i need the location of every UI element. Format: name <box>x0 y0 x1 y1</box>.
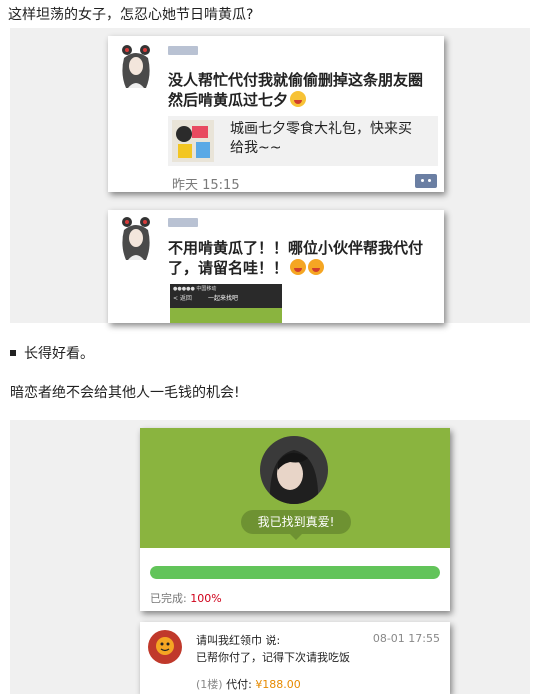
share-title: 城画七夕零食大礼包，快来买 给我~~ <box>230 120 412 158</box>
pay-label: 代付: <box>226 678 252 691</box>
bullet-text: 长得好看。 <box>24 346 94 362</box>
blurred-username <box>168 46 198 55</box>
blurred-username <box>168 218 198 227</box>
embedded-phone-screenshot: ●●●●● 中国移动 < 返回 一起来找吧 <box>170 284 282 323</box>
user-avatar <box>116 216 156 262</box>
mini-status-bar: ●●●●● 中国移动 <box>173 286 217 292</box>
moments-post-card-2: 不用啃黄瓜了！！哪位小伙伴帮我代付 了，请留名哇！！ ●●●●● 中国移动 < … <box>108 210 444 323</box>
post-text: 没人帮忙代付我就偷偷删掉这条朋友圈 然后啃黄瓜过七夕 <box>168 70 423 110</box>
share-title-line1: 城画七夕零食大礼包，快来买 <box>230 121 412 137</box>
share-thumbnail <box>172 120 214 162</box>
post-text-line2: 了，请留名哇！！ <box>168 258 423 278</box>
green-header: 我已找到真爱! <box>140 428 450 548</box>
red-scarf-avatar-icon <box>148 630 182 664</box>
post-timestamp: 昨天 15:15 <box>172 178 240 193</box>
laughing-emoji-icon <box>290 91 307 107</box>
completed-label: 已完成: <box>150 592 187 605</box>
article-heading: 这样坦荡的女子，怎忍心她节日啃黄瓜? <box>8 7 254 23</box>
payment-status-card: 我已找到真爱! 已完成: 100% <box>140 428 450 611</box>
payment-row: (1楼) 代付: ¥188.00 <box>196 676 301 692</box>
completed-value: 100% <box>190 592 222 605</box>
found-love-badge: 我已找到真爱! <box>241 510 351 534</box>
post-text-line2: 然后啃黄瓜过七夕 <box>168 90 423 110</box>
share-title-line2: 给我~~ <box>230 140 282 156</box>
post-text-line1: 没人帮忙代付我就偷偷删掉这条朋友圈 <box>168 71 424 89</box>
mini-page-title: 一起来找吧 <box>208 295 239 302</box>
pay-amount: ¥188.00 <box>255 678 301 691</box>
progress-track <box>150 566 440 579</box>
screenshot-panel-moments: 没人帮忙代付我就偷偷删掉这条朋友圈 然后啃黄瓜过七夕 城画七夕零食大礼包，快来买… <box>10 28 530 323</box>
mini-back-button: < 返回 <box>173 295 192 302</box>
badge-pointer-icon <box>290 534 302 540</box>
profile-photo <box>260 436 328 504</box>
floor-label: (1楼) <box>196 678 223 691</box>
shared-link-card[interactable]: 城画七夕零食大礼包，快来买 给我~~ <box>168 116 438 166</box>
mini-green-area <box>170 308 282 323</box>
screenshot-panel-payment: 我已找到真爱! 已完成: 100% 请叫我红领巾 说: 08-01 17:55 … <box>10 420 530 694</box>
kissing-emoji-icon <box>308 259 325 275</box>
bullet-icon <box>10 350 16 356</box>
post-text: 不用啃黄瓜了！！哪位小伙伴帮我代付 了，请留名哇！！ <box>168 238 423 278</box>
kissing-emoji-icon <box>290 259 307 275</box>
paragraph-text: 暗恋者绝不会给其他人一毛钱的机会! <box>10 385 240 401</box>
moments-post-card: 没人帮忙代付我就偷偷删掉这条朋友圈 然后啃黄瓜过七夕 城画七夕零食大礼包，快来买… <box>108 36 444 193</box>
commenter-name: 请叫我红领巾 说: <box>196 634 281 647</box>
comment-date: 08-01 17:55 <box>372 632 440 645</box>
bullet-point: 长得好看。 <box>10 343 94 363</box>
post-text-line1: 不用啃黄瓜了！！哪位小伙伴帮我代付 <box>168 239 424 257</box>
payment-comment-card: 请叫我红领巾 说: 08-01 17:55 已帮你付了，记得下次请我吃饭 (1楼… <box>140 622 450 694</box>
progress-fill <box>150 566 440 579</box>
completion-row: 已完成: 100% <box>150 590 222 606</box>
comment-action-icon[interactable] <box>415 174 437 188</box>
comment-text: 已帮你付了，记得下次请我吃饭 <box>196 651 350 664</box>
user-avatar <box>116 44 156 90</box>
